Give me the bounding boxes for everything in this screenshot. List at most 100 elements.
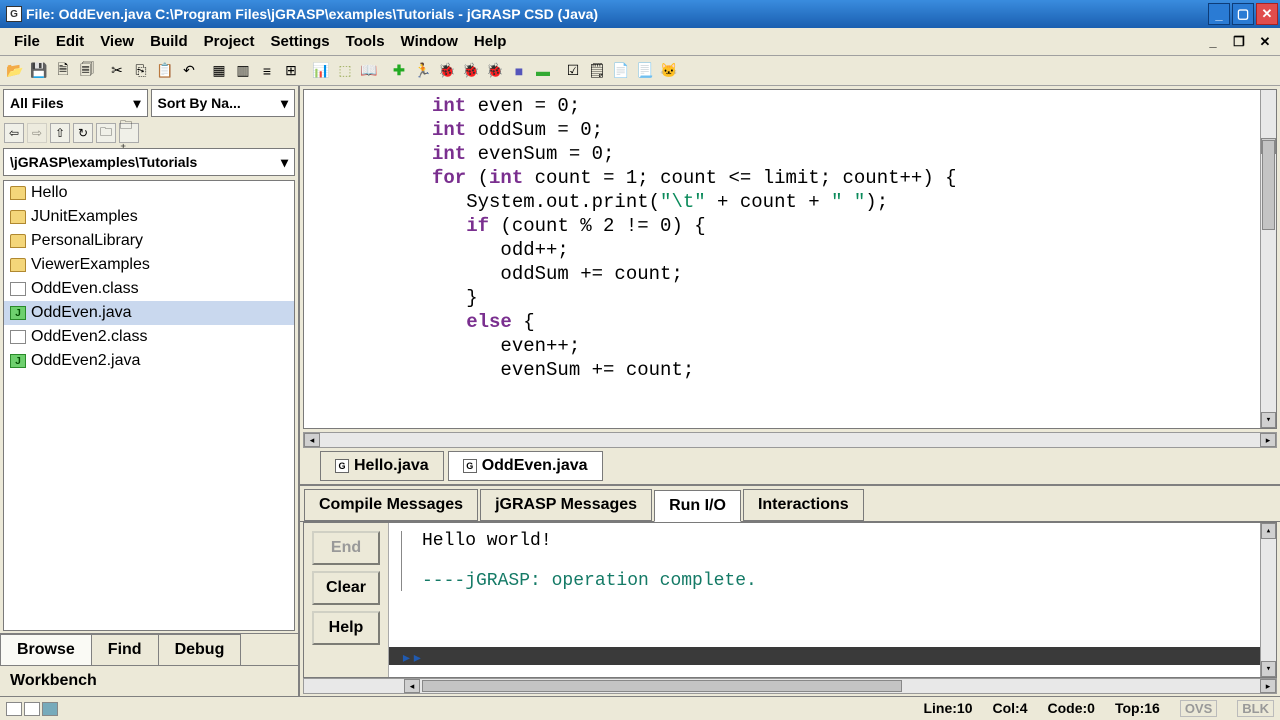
debug3-icon[interactable]: 🐞: [484, 60, 506, 82]
close-button[interactable]: ✕: [1256, 3, 1278, 25]
status-blk[interactable]: BLK: [1237, 700, 1274, 717]
scroll-left-icon[interactable]: ◂: [404, 679, 420, 693]
menu-tools[interactable]: Tools: [338, 29, 393, 54]
stop-icon[interactable]: ■: [508, 60, 530, 82]
file-tree-item[interactable]: ViewerExamples: [4, 253, 294, 277]
scroll-up-icon[interactable]: ▴: [1261, 523, 1276, 539]
minimize-button[interactable]: _: [1208, 3, 1230, 25]
csd-remove-icon[interactable]: ▥: [232, 60, 254, 82]
tab-interactions[interactable]: Interactions: [743, 489, 864, 521]
tab-compile-messages[interactable]: Compile Messages: [304, 489, 478, 521]
file-icon: [10, 330, 26, 344]
editor-hscrollbar[interactable]: ◂ ▸: [303, 432, 1277, 448]
nav-up-icon[interactable]: ⇧: [50, 123, 70, 143]
menu-view[interactable]: View: [92, 29, 142, 54]
doc-icon[interactable]: 🗒: [586, 60, 608, 82]
linenum-icon[interactable]: ≡: [256, 60, 278, 82]
cut-icon[interactable]: ✂: [106, 60, 128, 82]
scroll-down-icon[interactable]: ▾: [1261, 412, 1276, 428]
check-icon[interactable]: ☑: [562, 60, 584, 82]
multisave-icon[interactable]: 🗐: [76, 60, 98, 82]
io-hscrollbar[interactable]: ◂ ▸: [303, 678, 1277, 694]
paste-icon[interactable]: 📋: [154, 60, 176, 82]
sort-label: Sort By Na...: [158, 95, 241, 111]
menu-project[interactable]: Project: [196, 29, 263, 54]
save-icon[interactable]: 💾: [28, 60, 50, 82]
file-tree-item[interactable]: OddEven.class: [4, 277, 294, 301]
io-output[interactable]: Hello world! ----jGRASP: operation compl…: [389, 523, 1276, 677]
file-tree-item[interactable]: JUnitExamples: [4, 205, 294, 229]
mdi-restore-icon[interactable]: ❐: [1230, 33, 1248, 51]
chart-icon[interactable]: 📊: [310, 60, 332, 82]
file-tree-item[interactable]: OddEven2.class: [4, 325, 294, 349]
fold-icon[interactable]: ⊞: [280, 60, 302, 82]
tab-label: Hello.java: [354, 457, 429, 475]
debug-tab[interactable]: Debug: [158, 634, 242, 665]
clear-button[interactable]: Clear: [312, 571, 380, 605]
run-icon[interactable]: 🏃: [412, 60, 434, 82]
doc2-icon[interactable]: 📄: [610, 60, 632, 82]
cat-icon[interactable]: 🐱: [658, 60, 680, 82]
file-tree[interactable]: HelloJUnitExamplesPersonalLibraryViewerE…: [3, 180, 295, 631]
menu-edit[interactable]: Edit: [48, 29, 92, 54]
debug-icon[interactable]: 🐞: [436, 60, 458, 82]
workbench-tab[interactable]: Workbench: [0, 665, 298, 696]
editor-tab-hello[interactable]: G Hello.java: [320, 451, 444, 481]
help-button[interactable]: Help: [312, 611, 380, 645]
io-vscrollbar[interactable]: ▴ ▾: [1260, 523, 1276, 677]
browse-tab[interactable]: Browse: [0, 634, 92, 665]
code-editor[interactable]: int even = 0; int oddSum = 0; int evenSu…: [303, 89, 1277, 429]
tab-jgrasp-messages[interactable]: jGRASP Messages: [480, 489, 652, 521]
sort-select[interactable]: Sort By Na... ▾: [151, 89, 296, 117]
menu-file[interactable]: File: [6, 29, 48, 54]
scroll-thumb[interactable]: [422, 680, 902, 692]
menu-help[interactable]: Help: [466, 29, 515, 54]
nav-refresh-icon[interactable]: ↻: [73, 123, 93, 143]
file-tree-item[interactable]: PersonalLibrary: [4, 229, 294, 253]
menu-settings[interactable]: Settings: [262, 29, 337, 54]
nav-newfolder-icon[interactable]: 🗀₊: [119, 123, 139, 143]
end-button[interactable]: End: [312, 531, 380, 565]
scroll-right-icon[interactable]: ▸: [1260, 433, 1276, 447]
scroll-thumb[interactable]: [1262, 140, 1275, 230]
mdi-close-icon[interactable]: ✕: [1256, 33, 1274, 51]
compile-icon[interactable]: ✚: [388, 60, 410, 82]
nav-back-icon[interactable]: ⇦: [4, 123, 24, 143]
menu-window[interactable]: Window: [393, 29, 466, 54]
file-tree-item[interactable]: JOddEven.java: [4, 301, 294, 325]
run2-icon[interactable]: ▬: [532, 60, 554, 82]
copy-icon[interactable]: ⎘: [130, 60, 152, 82]
scroll-left-icon[interactable]: ◂: [304, 433, 320, 447]
status-code: Code:0: [1048, 700, 1095, 717]
editor-tab-oddeven[interactable]: G OddEven.java: [448, 451, 603, 481]
editor-vscrollbar[interactable]: ▴ ▾: [1260, 90, 1276, 428]
open-icon[interactable]: 📂: [4, 60, 26, 82]
maximize-button[interactable]: ▢: [1232, 3, 1254, 25]
nav-home-icon[interactable]: 🗀: [96, 123, 116, 143]
file-tree-item[interactable]: JOddEven2.java: [4, 349, 294, 373]
tab-run-io[interactable]: Run I/O: [654, 490, 741, 522]
status-icon-1[interactable]: [6, 702, 22, 716]
uml-icon[interactable]: ⬚: [334, 60, 356, 82]
csd-gen-icon[interactable]: ▦: [208, 60, 230, 82]
file-tree-item[interactable]: Hello: [4, 181, 294, 205]
file-filter-select[interactable]: All Files ▾: [3, 89, 148, 117]
find-tab[interactable]: Find: [91, 634, 159, 665]
status-icon-2[interactable]: [24, 702, 40, 716]
saveall-icon[interactable]: 🗎: [52, 60, 74, 82]
scroll-right-icon[interactable]: ▸: [1260, 679, 1276, 693]
app-icon: G: [6, 6, 22, 22]
scroll-down-icon[interactable]: ▾: [1261, 661, 1276, 677]
menu-build[interactable]: Build: [142, 29, 196, 54]
status-ovs[interactable]: OVS: [1180, 700, 1217, 717]
status-icon-3[interactable]: [42, 702, 58, 716]
mdi-minimize-icon[interactable]: _: [1204, 33, 1222, 51]
statusbar: Line:10 Col:4 Code:0 Top:16 OVS BLK: [0, 696, 1280, 720]
path-select[interactable]: \jGRASP\examples\Tutorials ▾: [3, 148, 295, 176]
book-icon[interactable]: 📖: [358, 60, 380, 82]
titlebar: G File: OddEven.java C:\Program Files\jG…: [0, 0, 1280, 28]
doc3-icon[interactable]: 📃: [634, 60, 656, 82]
undo-icon[interactable]: ↶: [178, 60, 200, 82]
nav-forward-icon[interactable]: ⇨: [27, 123, 47, 143]
debug2-icon[interactable]: 🐞: [460, 60, 482, 82]
